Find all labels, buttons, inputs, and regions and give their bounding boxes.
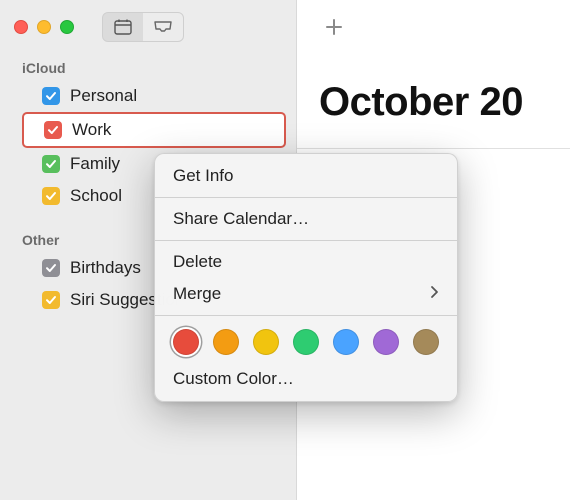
menu-item-merge[interactable]: Merge (155, 278, 457, 310)
calendar-checkbox[interactable] (44, 121, 62, 139)
calendar-list-button[interactable] (103, 13, 143, 41)
menu-item-share-calendar[interactable]: Share Calendar… (155, 203, 457, 235)
color-swatch[interactable] (373, 329, 399, 355)
menu-separator (155, 315, 457, 316)
calendar-checkbox[interactable] (42, 187, 60, 205)
sidebar-section-header[interactable]: iCloud (0, 54, 296, 80)
color-swatch[interactable] (413, 329, 439, 355)
calendar-checkbox[interactable] (42, 155, 60, 173)
inbox-button[interactable] (143, 13, 183, 41)
menu-item-label: Delete (173, 252, 222, 272)
calendar-checkbox[interactable] (42, 259, 60, 277)
menu-item-custom-color[interactable]: Custom Color… (155, 363, 457, 395)
menu-item-label: Get Info (173, 166, 233, 186)
calendar-checkbox[interactable] (42, 87, 60, 105)
tray-icon (153, 20, 173, 34)
main-toolbar (297, 0, 570, 54)
menu-item-label: Share Calendar… (173, 209, 309, 229)
color-swatch[interactable] (333, 329, 359, 355)
calendar-item[interactable]: Work (22, 112, 286, 148)
menu-item-label: Custom Color… (173, 369, 294, 389)
menu-color-row (155, 321, 457, 363)
toolbar-group (102, 12, 184, 42)
menu-item-delete[interactable]: Delete (155, 246, 457, 278)
traffic-lights (14, 20, 74, 34)
calendar-label: Personal (70, 86, 137, 106)
menu-item-label: Merge (173, 284, 221, 304)
color-swatch[interactable] (213, 329, 239, 355)
minimize-window-button[interactable] (37, 20, 51, 34)
calendar-checkbox[interactable] (42, 291, 60, 309)
calendar-context-menu: Get Info Share Calendar… Delete Merge Cu… (154, 153, 458, 402)
calendar-label: School (70, 186, 122, 206)
calendar-label: Work (72, 120, 111, 140)
menu-separator (155, 197, 457, 198)
menu-separator (155, 240, 457, 241)
window-titlebar (0, 0, 296, 54)
menu-item-get-info[interactable]: Get Info (155, 160, 457, 192)
zoom-window-button[interactable] (60, 20, 74, 34)
calendar-label: Family (70, 154, 120, 174)
color-swatch[interactable] (253, 329, 279, 355)
calendar-item[interactable]: Personal (0, 80, 296, 112)
header-divider (297, 148, 570, 149)
add-event-button[interactable] (319, 12, 349, 42)
color-swatch[interactable] (173, 329, 199, 355)
plus-icon (324, 17, 344, 37)
color-swatch[interactable] (293, 329, 319, 355)
calendar-icon (114, 19, 132, 35)
chevron-right-icon (430, 284, 439, 304)
month-title: October 20 (297, 54, 570, 125)
calendar-label: Birthdays (70, 258, 141, 278)
close-window-button[interactable] (14, 20, 28, 34)
